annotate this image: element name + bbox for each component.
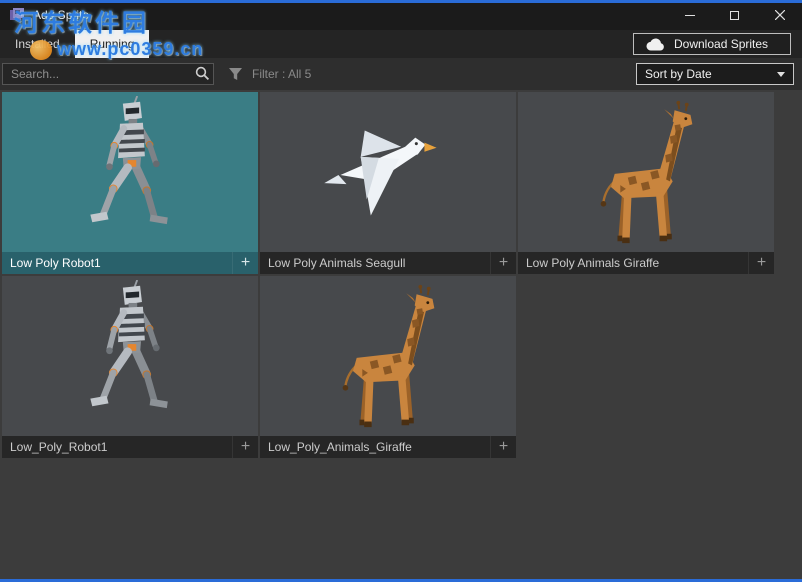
- sprite-name: Low Poly Robot1: [2, 256, 232, 270]
- add-sprite-button[interactable]: +: [748, 252, 774, 274]
- filter-icon[interactable]: [228, 67, 243, 81]
- maximize-icon: [730, 11, 739, 20]
- sort-value: Sort by Date: [645, 67, 712, 81]
- sprite-label-bar: Low Poly Animals Seagull +: [260, 252, 516, 274]
- window-title: Add Sprite: [33, 8, 89, 22]
- tab-bar: Installed Running Download Sprites: [0, 30, 802, 58]
- search-box: [2, 63, 214, 85]
- search-icon[interactable]: [195, 66, 210, 81]
- search-input[interactable]: [2, 63, 214, 85]
- sprite-name: Low_Poly_Robot1: [2, 440, 232, 454]
- cloud-icon: [646, 38, 666, 51]
- tab-installed[interactable]: Installed: [0, 30, 75, 58]
- close-button[interactable]: [757, 0, 802, 30]
- sprite-thumbnail: [260, 276, 516, 436]
- tab-running[interactable]: Running: [75, 30, 150, 58]
- plus-icon: +: [757, 254, 766, 272]
- sprite-card-robot1[interactable]: Low Poly Robot1 +: [2, 92, 258, 274]
- sprite-name: Low_Poly_Animals_Giraffe: [260, 440, 490, 454]
- add-sprite-button[interactable]: +: [490, 436, 516, 458]
- sprite-name: Low Poly Animals Giraffe: [518, 256, 748, 270]
- sprite-grid: Low Poly Robot1 + Low Poly Animals Seagu…: [0, 90, 802, 460]
- sprite-label-bar: Low_Poly_Robot1 +: [2, 436, 258, 458]
- sprite-card-seagull[interactable]: Low Poly Animals Seagull +: [260, 92, 516, 274]
- sprite-label-bar: Low Poly Animals Giraffe +: [518, 252, 774, 274]
- seagull-model-image: [302, 116, 474, 228]
- robot-model-image: [73, 280, 188, 433]
- sprite-thumbnail: [260, 92, 516, 252]
- add-sprite-button[interactable]: +: [232, 436, 258, 458]
- plus-icon: +: [499, 438, 508, 456]
- toolbar: Filter : All 5 Sort by Date: [0, 58, 802, 90]
- minimize-button[interactable]: [667, 0, 712, 30]
- close-icon: [775, 10, 785, 20]
- sprite-card-giraffe-underscore[interactable]: Low_Poly_Animals_Giraffe +: [260, 276, 516, 458]
- sprite-grid-area: Low Poly Robot1 + Low Poly Animals Seagu…: [0, 90, 802, 582]
- download-sprites-label: Download Sprites: [674, 37, 768, 51]
- sprite-label-bar: Low Poly Robot1 +: [2, 252, 258, 274]
- sprite-label-bar: Low_Poly_Animals_Giraffe +: [260, 436, 516, 458]
- title-bar: Add Sprite: [0, 0, 802, 30]
- plus-icon: +: [241, 438, 250, 456]
- maximize-button[interactable]: [712, 0, 757, 30]
- sprite-card-giraffe[interactable]: Low Poly Animals Giraffe +: [518, 92, 774, 274]
- filter-label: Filter : All 5: [252, 67, 311, 81]
- minimize-icon: [685, 15, 695, 16]
- add-sprite-button[interactable]: +: [232, 252, 258, 274]
- sprite-thumbnail: [2, 276, 258, 436]
- sprite-name: Low Poly Animals Seagull: [260, 256, 490, 270]
- sprite-thumbnail: [2, 92, 258, 252]
- chevron-down-icon: [777, 72, 785, 77]
- tab-running-label: Running: [90, 37, 135, 51]
- sprite-card-robot1-underscore[interactable]: Low_Poly_Robot1 +: [2, 276, 258, 458]
- add-sprite-button[interactable]: +: [490, 252, 516, 274]
- robot-model-image: [73, 96, 188, 249]
- plus-icon: +: [499, 254, 508, 272]
- sort-dropdown[interactable]: Sort by Date: [636, 63, 794, 85]
- tab-installed-label: Installed: [15, 37, 60, 51]
- window: Add Sprite Installed Running: [0, 0, 802, 582]
- plus-icon: +: [241, 254, 250, 272]
- giraffe-model-image: [581, 97, 712, 247]
- app-icon: [9, 7, 25, 23]
- giraffe-model-image: [323, 281, 454, 431]
- download-sprites-button[interactable]: Download Sprites: [633, 33, 791, 55]
- watermark-border-top: [0, 0, 802, 3]
- window-controls: [667, 0, 802, 30]
- sprite-thumbnail: [518, 92, 774, 252]
